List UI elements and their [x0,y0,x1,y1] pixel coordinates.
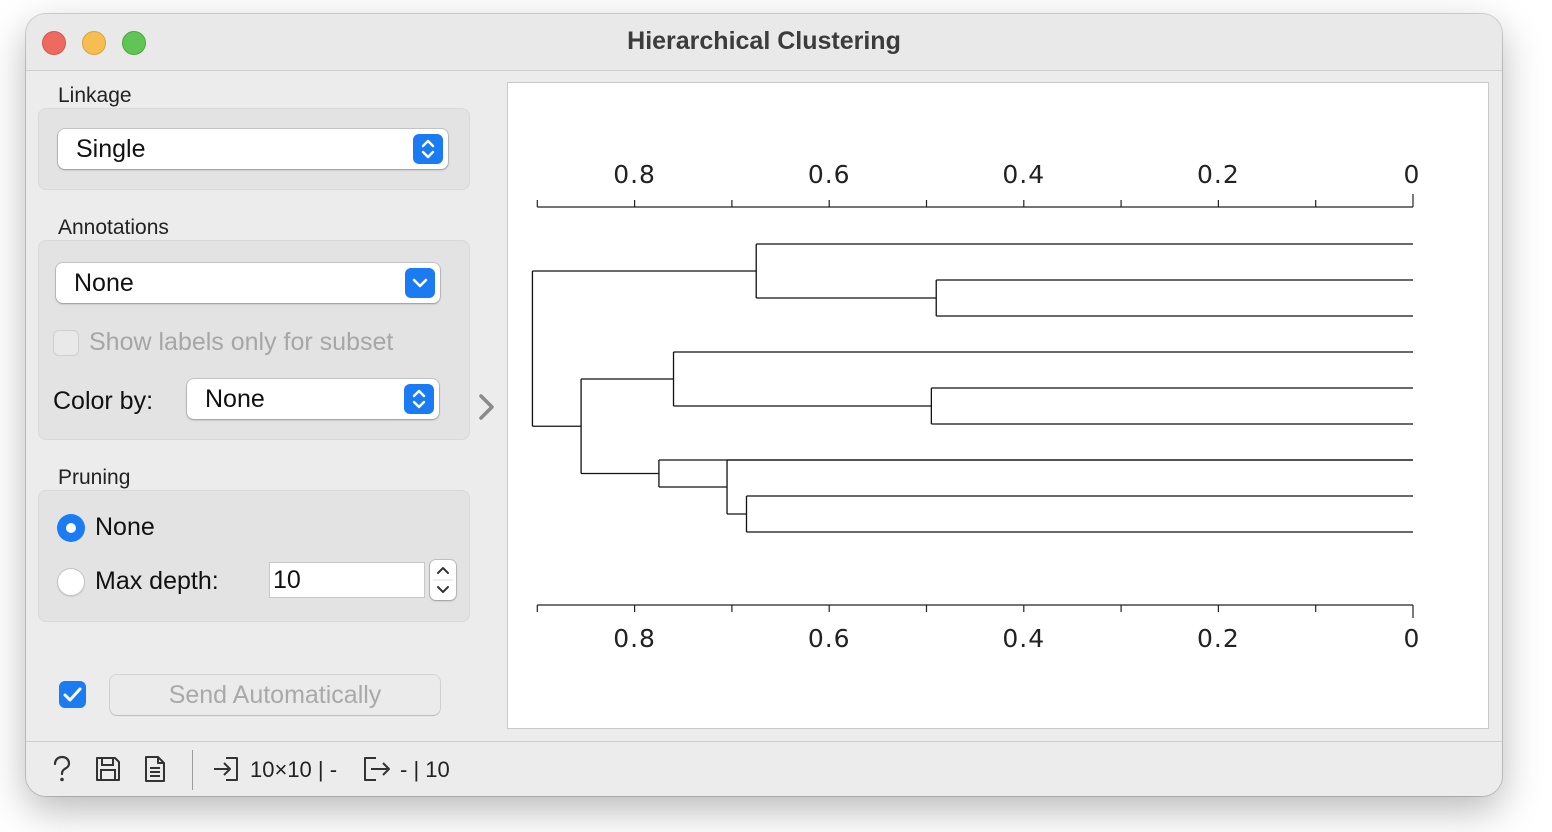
stepper-arrows-icon [433,567,453,593]
linkage-value: Single [76,135,146,163]
input-summary: 10×10 | - [250,757,338,782]
annotations-select[interactable]: None [56,263,440,303]
max-depth-input[interactable]: 10 [269,562,425,598]
axis-bottom-tick-label: 0.2 [1197,624,1240,653]
pruning-max-depth-radio[interactable] [57,568,85,596]
send-automatically-checkbox[interactable] [59,681,86,708]
axis-bottom-tick-label: 0.4 [1002,624,1045,653]
dendrogram-plot[interactable]: 0.8 0.6 0.4 0.2 0 0.8 0.6 0.4 0.2 0 [507,82,1489,729]
status-bar: 10×10 | - - | 10 [26,741,1502,796]
color-by-select[interactable]: None [187,379,439,419]
dendrogram-canvas[interactable]: 0.8 0.6 0.4 0.2 0 0.8 0.6 0.4 0.2 0 [508,83,1488,728]
linkage-group: Single [38,108,470,190]
status-divider [192,750,193,790]
pruning-none-radio[interactable] [57,514,85,542]
axis-top-tick-label: 0.6 [808,160,851,189]
pruning-max-depth-label: Max depth: [95,567,219,595]
output-icon[interactable] [362,755,392,783]
axis-bottom-tick-label: 0.6 [808,624,851,653]
annotations-label: Annotations [58,216,169,239]
input-icon[interactable] [212,755,240,783]
max-depth-stepper[interactable] [430,560,456,600]
window: Hierarchical Clustering Linkage Single A… [26,14,1502,796]
pruning-none-label: None [95,513,155,541]
axis-top-tick-label: 0.2 [1197,160,1240,189]
report-icon[interactable] [142,755,168,783]
save-icon[interactable] [94,755,122,783]
axis-bottom-tick-label: 0.8 [613,624,656,653]
axis-top-tick-label: 0.4 [1002,160,1045,189]
show-labels-subset-checkbox[interactable] [53,330,79,356]
color-by-label: Color by: [53,387,154,415]
chevron-right-icon[interactable] [476,392,498,422]
color-by-value: None [205,385,265,413]
help-icon[interactable] [50,755,74,783]
window-title: Hierarchical Clustering [627,27,901,55]
annotations-value: None [74,269,134,297]
title-bar[interactable]: Hierarchical Clustering [26,14,1502,71]
axis-top-tick-label: 0 [1404,160,1421,189]
updown-chevron-icon [413,134,443,164]
axis-top-tick-label: 0.8 [613,160,656,189]
checkmark-icon [63,687,82,702]
linkage-select[interactable]: Single [58,129,448,169]
linkage-label: Linkage [58,84,132,107]
show-labels-subset-label: Show labels only for subset [89,328,394,356]
annotations-group: None Show labels only for subset Color b… [38,240,470,440]
updown-chevron-icon [404,384,434,414]
output-summary: - | 10 [400,757,450,782]
pruning-group: None Max depth: 10 [38,490,470,622]
chevron-down-icon [405,268,435,298]
pruning-label: Pruning [58,466,131,489]
axis-bottom-tick-label: 0 [1404,624,1421,653]
send-automatically-button[interactable]: Send Automatically [110,675,440,715]
